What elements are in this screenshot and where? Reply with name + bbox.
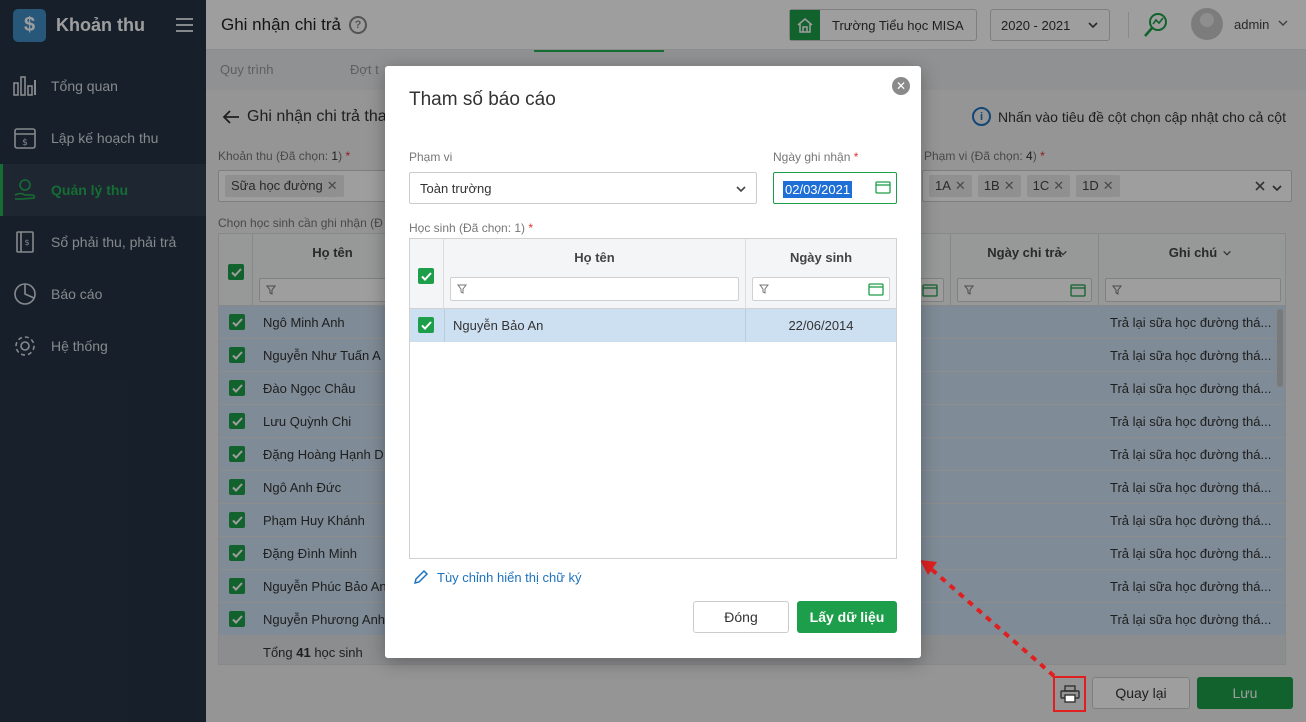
- report-params-dialog: Tham số báo cáo ✕ Phạm vi Toàn trường Ng…: [385, 66, 921, 658]
- date-label: Ngày ghi nhận *: [773, 150, 859, 164]
- scope-select[interactable]: Toàn trường: [409, 172, 757, 204]
- filter-input[interactable]: [450, 277, 739, 301]
- chevron-down-icon: [736, 186, 746, 193]
- scope-value: Toàn trường: [420, 180, 492, 196]
- filter-input[interactable]: [752, 277, 890, 301]
- select-all-checkbox[interactable]: [418, 268, 434, 284]
- students-label: Học sinh (Đã chọn: 1) *: [409, 221, 534, 235]
- close-icon[interactable]: ✕: [892, 77, 910, 95]
- dialog-students-grid: Họ tên Ngày sinh Nguyễn Bảo An 22/06/201…: [409, 238, 897, 559]
- filter-icon: [457, 284, 467, 294]
- column-ho-ten[interactable]: Họ tên: [444, 239, 746, 309]
- customize-signature-link[interactable]: Tùy chỉnh hiển thị chữ ký: [413, 569, 582, 585]
- pencil-icon: [413, 569, 429, 585]
- filter-icon: [759, 284, 769, 294]
- calendar-icon[interactable]: [875, 180, 891, 194]
- scope-label: Phạm vi: [409, 150, 453, 164]
- date-value: 02/03/2021: [783, 181, 853, 198]
- get-data-button[interactable]: Lấy dữ liệu: [797, 601, 897, 633]
- printer-icon[interactable]: [1059, 685, 1080, 703]
- close-button[interactable]: Đóng: [693, 601, 789, 633]
- dialog-grid-header: Họ tên Ngày sinh: [410, 239, 896, 309]
- dialog-title: Tham số báo cáo: [409, 89, 556, 110]
- print-button-highlight[interactable]: [1053, 676, 1086, 712]
- date-input[interactable]: 02/03/2021: [773, 172, 897, 204]
- student-dob: 22/06/2014: [788, 318, 854, 333]
- student-name: Nguyễn Bảo An: [453, 318, 544, 333]
- column-ngay-sinh[interactable]: Ngày sinh: [746, 239, 896, 309]
- calendar-icon[interactable]: [868, 282, 884, 296]
- header-checkbox-cell: [410, 239, 444, 309]
- table-row[interactable]: Nguyễn Bảo An 22/06/2014: [410, 309, 896, 342]
- row-checkbox[interactable]: [418, 317, 434, 333]
